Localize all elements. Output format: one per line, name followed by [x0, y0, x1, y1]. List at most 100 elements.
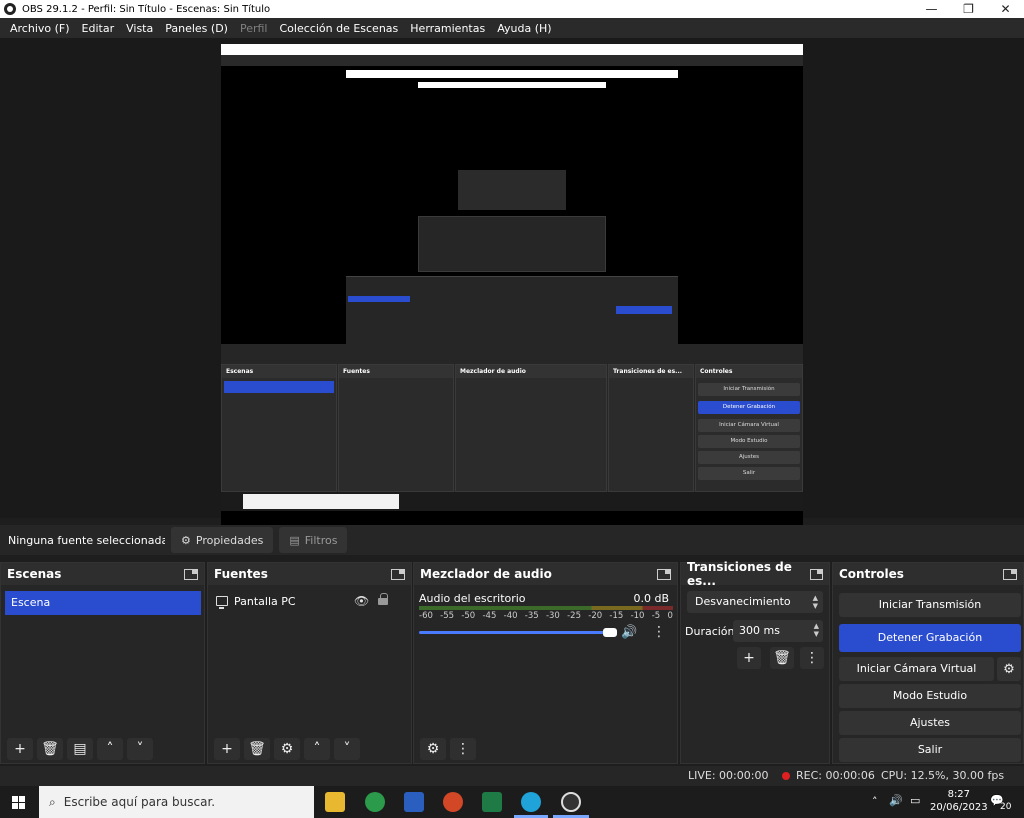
chevron-up-icon[interactable]: ˄	[872, 795, 878, 808]
cpu-status: CPU: 12.5%, 30.00 fps	[881, 769, 1005, 782]
menu-herramientas[interactable]: Herramientas	[404, 22, 491, 35]
taskbar-clock[interactable]: 8:27 20/06/2023	[930, 788, 988, 814]
volume-slider-handle[interactable]	[603, 628, 617, 637]
preview-canvas[interactable]: Escenas Fuentes Mezclador de audio Trans…	[221, 44, 803, 551]
monitor-icon	[216, 596, 228, 609]
menu-coleccion-escenas[interactable]: Colección de Escenas	[274, 22, 405, 35]
studio-mode-button[interactable]: Modo Estudio	[839, 684, 1021, 708]
file-explorer-icon[interactable]	[325, 792, 345, 812]
menu-paneles[interactable]: Paneles (D)	[159, 22, 234, 35]
obs-taskbar-icon[interactable]	[561, 792, 581, 812]
source-toolbar: Ninguna fuente seleccionada ⚙ Propiedade…	[0, 525, 1024, 555]
add-source-button[interactable]: +	[214, 738, 240, 760]
stop-recording-button[interactable]: Detener Grabación	[839, 624, 1021, 652]
settings-button[interactable]: Ajustes	[839, 711, 1021, 735]
menu-editar[interactable]: Editar	[76, 22, 121, 35]
scale-tick: -30	[545, 611, 560, 621]
excel-icon[interactable]	[482, 792, 502, 812]
duration-spinbox[interactable]: 300 ms ▲ ▼	[733, 620, 823, 642]
remove-scene-button[interactable]: 🗑	[37, 738, 63, 760]
gear-icon: ⚙	[1003, 661, 1015, 677]
start-streaming-button[interactable]: Iniciar Transmisión	[839, 593, 1021, 617]
add-scene-button[interactable]: +	[7, 738, 33, 760]
speaker-icon[interactable]: 🔊	[621, 625, 637, 640]
scale-tick: -55	[440, 611, 455, 621]
updown-icon[interactable]: ▲ ▼	[814, 622, 819, 638]
source-properties-button[interactable]: ⚙	[274, 738, 300, 760]
menu-bar: Archivo (F) Editar Vista Paneles (D) Per…	[0, 18, 1024, 38]
live-status: LIVE: 00:00:00	[688, 769, 769, 782]
volume-slider[interactable]	[419, 631, 615, 634]
scale-tick: 0	[667, 611, 673, 621]
network-tray-icon[interactable]: ▭	[910, 794, 920, 807]
search-placeholder: Escribe aquí para buscar.	[63, 795, 216, 809]
remove-source-button[interactable]: 🗑	[244, 738, 270, 760]
scene-item[interactable]: Escena	[5, 591, 201, 615]
window-title: OBS 29.1.2 - Perfil: Sin Título - Escena…	[22, 3, 271, 15]
move-scene-up-button[interactable]: ˄	[97, 738, 123, 760]
kebab-menu-icon[interactable]: ⋮	[652, 624, 666, 640]
properties-label: Propiedades	[195, 533, 264, 547]
minimize-button[interactable]: —	[913, 2, 950, 16]
menu-perfil[interactable]: Perfil	[234, 22, 274, 35]
move-source-up-button[interactable]: ˄	[304, 738, 330, 760]
transition-selected-value: Desvanecimiento	[695, 595, 791, 608]
scale-tick: -45	[482, 611, 497, 621]
virtual-camera-settings-button[interactable]: ⚙	[997, 657, 1021, 681]
scale-tick: -35	[524, 611, 539, 621]
controls-dock-header: Controles	[833, 563, 1023, 585]
preview-area[interactable]: Escenas Fuentes Mezclador de audio Trans…	[0, 38, 1024, 551]
undock-icon[interactable]	[657, 568, 671, 580]
undock-icon[interactable]	[391, 568, 405, 580]
advanced-audio-button[interactable]: ⚙	[420, 738, 446, 760]
scale-tick: -10	[630, 611, 645, 621]
start-virtual-camera-button[interactable]: Iniciar Cámara Virtual	[839, 657, 994, 681]
scenes-dock: Escenas Escena + 🗑 ▤ ˄ ˅	[0, 562, 205, 764]
undock-icon[interactable]	[1003, 568, 1017, 580]
mixer-title: Mezclador de audio	[420, 567, 552, 581]
move-scene-down-button[interactable]: ˅	[127, 738, 153, 760]
menu-vista[interactable]: Vista	[120, 22, 159, 35]
filters-label: Filtros	[304, 533, 338, 547]
edge-icon[interactable]	[521, 792, 541, 812]
controls-title: Controles	[839, 567, 904, 581]
plus-icon: +	[221, 741, 233, 757]
menu-archivo[interactable]: Archivo (F)	[4, 22, 76, 35]
scale-tick: -50	[461, 611, 476, 621]
trash-icon: 🗑	[773, 650, 791, 666]
mixer-menu-button[interactable]: ⋮	[450, 738, 476, 760]
word-icon[interactable]	[404, 792, 424, 812]
kebab-menu-icon: ⋮	[805, 650, 819, 666]
powerpoint-icon[interactable]	[443, 792, 463, 812]
mixer-db-value: 0.0 dB	[633, 592, 669, 605]
sources-dock: Fuentes Pantalla PC 👁 + 🗑 ⚙ ˄ ˅	[207, 562, 412, 764]
scale-tick: -60	[419, 611, 433, 621]
add-transition-button[interactable]: +	[737, 647, 761, 669]
windows-start-icon[interactable]	[12, 796, 25, 809]
lock-icon[interactable]	[378, 593, 388, 605]
properties-button[interactable]: ⚙ Propiedades	[171, 527, 274, 553]
clock-date: 20/06/2023	[930, 802, 988, 813]
filters-button[interactable]: ▤ Filtros	[279, 527, 348, 553]
preview-mini-docks: Escenas Fuentes Mezclador de audio Trans…	[221, 344, 803, 492]
meter-scale: -60 -55 -50 -45 -40 -35 -30 -25 -20 -15 …	[419, 611, 673, 621]
remove-transition-button[interactable]: 🗑	[770, 647, 794, 669]
exit-button[interactable]: Salir	[839, 738, 1021, 762]
volume-tray-icon[interactable]: 🔊	[889, 794, 903, 807]
transition-select[interactable]: Desvanecimiento ▲ ▼	[687, 591, 823, 613]
close-button[interactable]: ✕	[987, 2, 1024, 16]
source-item[interactable]: Pantalla PC	[216, 591, 404, 611]
taskbar-search[interactable]: ⌕ Escribe aquí para buscar.	[39, 786, 314, 818]
eye-icon[interactable]: 👁	[354, 594, 369, 608]
obs-app-icon	[4, 3, 16, 15]
undock-icon[interactable]	[810, 568, 823, 580]
move-source-down-button[interactable]: ˅	[334, 738, 360, 760]
maximize-button[interactable]: ❐	[950, 2, 987, 16]
mixer-track-name: Audio del escritorio	[419, 592, 526, 605]
menu-ayuda[interactable]: Ayuda (H)	[491, 22, 557, 35]
undock-icon[interactable]	[184, 568, 198, 580]
mixer-toolbar: ⚙ ⋮	[414, 735, 677, 763]
chrome-icon[interactable]	[365, 792, 385, 812]
transition-menu-button[interactable]: ⋮	[800, 647, 824, 669]
scene-filters-button[interactable]: ▤	[67, 738, 93, 760]
